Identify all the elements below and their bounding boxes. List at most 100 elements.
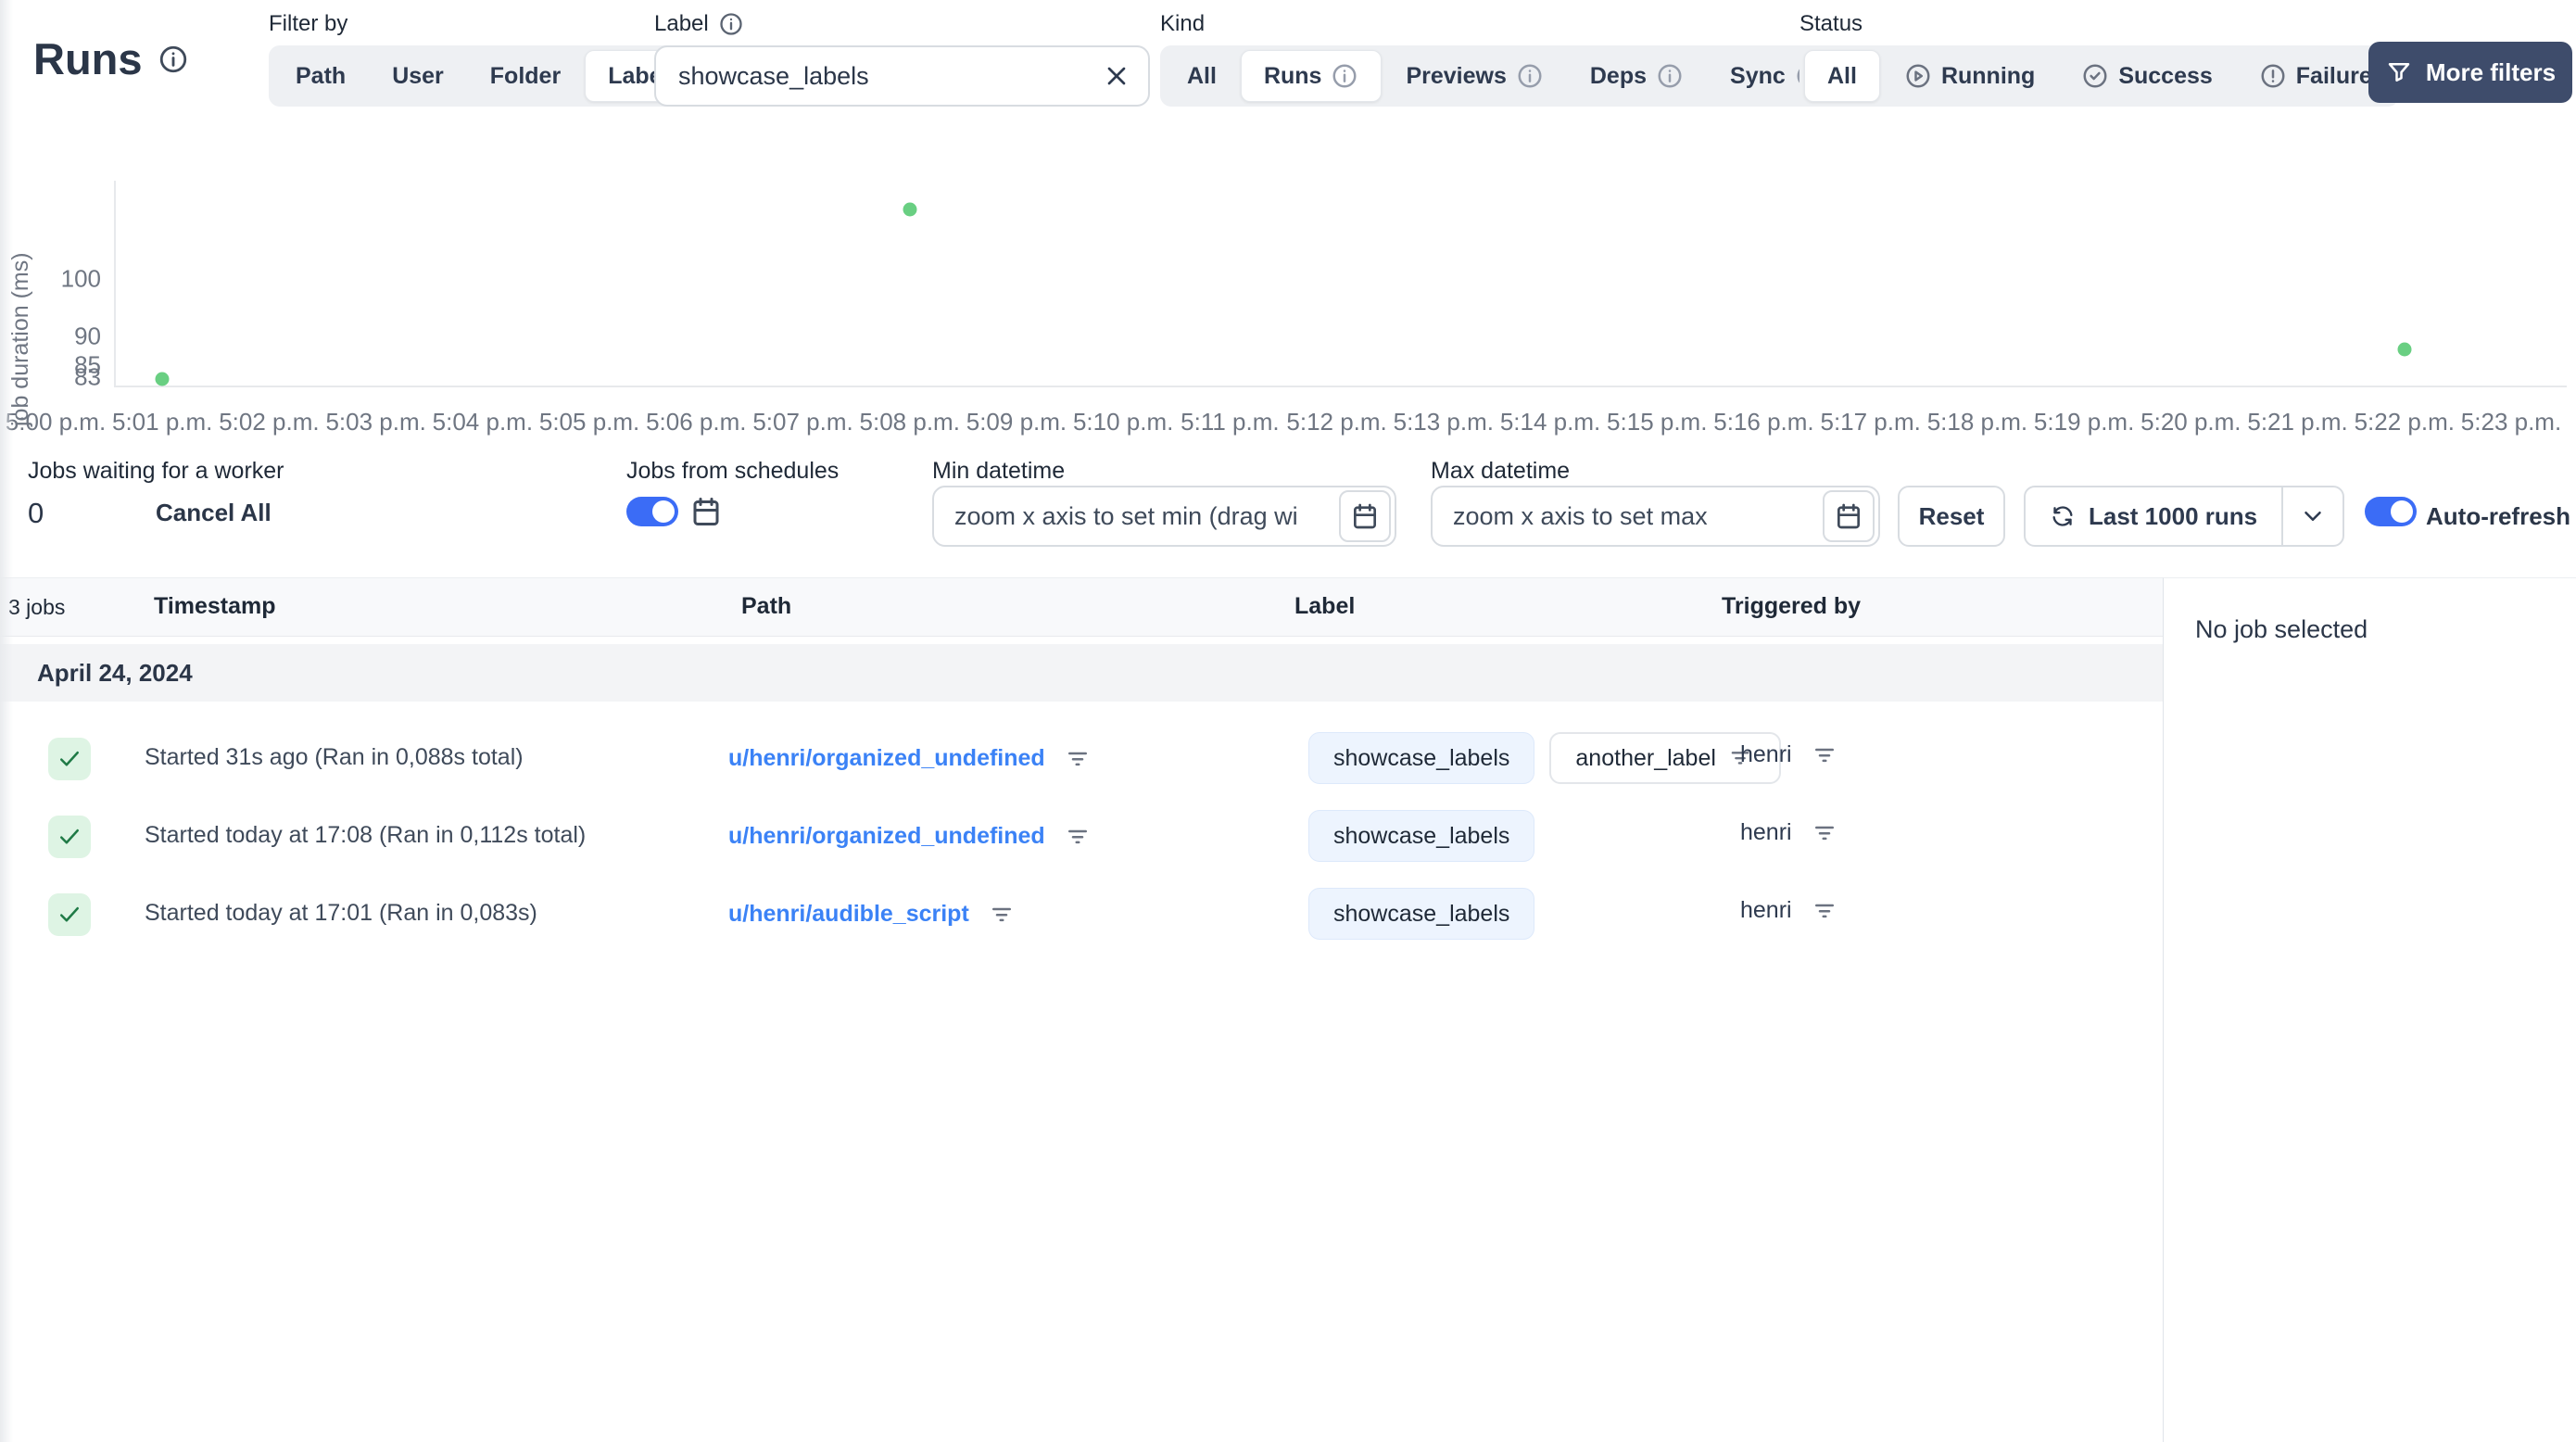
x-tick-label: 5:13 p.m. [1393,408,1495,436]
x-tick-label: 5:20 p.m. [2140,408,2241,436]
label-pill[interactable]: showcase_labels [1308,888,1535,940]
x-tick-label: 5:23 p.m. [2460,408,2562,436]
option-label: User [392,62,444,89]
option-label: All [1827,62,1857,89]
filter-by-label: Filter by [269,11,348,36]
label-filter-input[interactable] [654,45,1150,107]
last-runs-dropdown-button[interactable] [2281,487,2342,545]
success-check-icon [48,738,91,780]
chart-x-axis: 5:00 p.m. 5:01 p.m. 5:02 p.m. 5:03 p.m. 5:04… [6,408,2561,439]
column-header-timestamp: Timestamp [154,593,276,619]
option-label: Runs [1263,62,1322,89]
run-path-link[interactable]: u/henri/organized_undefined [728,823,1045,850]
column-header-path: Path [741,593,792,619]
x-tick-label: 5:05 p.m. [538,408,640,436]
check-circle-icon [2081,62,2109,90]
option-label: Path [296,62,347,89]
status-option-success[interactable]: Success [2059,50,2234,102]
last-runs-label: Last 1000 runs [2089,501,2258,530]
run-labels-cell: showcase_labels another_label [1308,732,1781,784]
cancel-all-button[interactable]: Cancel All [156,499,271,527]
date-group-header: April 24, 2024 [0,644,2163,702]
jobs-waiting-count: 0 [28,497,44,529]
runs-controls-row: Jobs waiting for a worker 0 Cancel All J… [0,445,2576,570]
x-tick-label: 5:10 p.m. [1072,408,1174,436]
status-option-running[interactable]: Running [1882,50,2057,102]
chart-points-layer [56,181,2511,387]
calendar-icon[interactable] [689,495,723,528]
jobs-count: 3 jobs [8,595,66,619]
filter-by-option-path[interactable]: Path [273,50,368,102]
clear-label-icon[interactable] [1102,61,1131,91]
x-tick-label: 5:16 p.m. [1713,408,1814,436]
run-path-cell: u/henri/audible_script [728,900,1016,928]
x-tick-label: 5:19 p.m. [2033,408,2135,436]
run-data-point[interactable] [903,202,917,217]
table-row[interactable]: Started 31s ago (Ran in 0,088s total) u/h… [0,720,2163,798]
jobs-from-schedules-toggle[interactable] [626,497,678,526]
info-icon [1516,62,1544,90]
run-timestamp: Started today at 17:08 (Ran in 0,112s to… [145,822,587,848]
x-tick-label: 5:09 p.m. [966,408,1067,436]
max-datetime-input[interactable] [1431,486,1880,547]
x-tick-label: 5:22 p.m. [2354,408,2455,436]
label-pill[interactable]: showcase_labels [1308,810,1535,862]
page-title: Runs [33,33,189,84]
reset-button[interactable]: Reset [1898,486,2005,547]
info-icon[interactable] [158,44,189,75]
funnel-icon [2385,58,2413,86]
kind-option-runs[interactable]: Runs [1240,50,1383,102]
run-path-link[interactable]: u/henri/audible_script [728,901,969,928]
kind-option-all[interactable]: All [1165,50,1239,102]
label-pill-text: another_label [1575,744,1716,771]
info-icon [1331,62,1358,90]
more-filters-button[interactable]: More filters [2368,42,2572,103]
run-path-link[interactable]: u/henri/organized_undefined [728,745,1045,772]
filter-by-user-icon[interactable] [1811,740,1838,768]
x-tick-label: 5:01 p.m. [112,408,213,436]
filter-by-path-icon[interactable] [988,900,1016,928]
kind-label: Kind [1160,11,1206,36]
last-runs-button[interactable]: Last 1000 runs [2026,487,2281,545]
top-filter-bar: Runs Filter by Path User Folder Label Label… [0,0,2576,130]
info-icon[interactable] [718,11,744,37]
filter-by-path-icon[interactable] [1064,744,1092,772]
option-label: All [1187,62,1217,89]
status-segmented: All Running Success Failure [1799,45,2399,107]
option-label: Running [1940,62,2036,89]
run-data-point[interactable] [2397,342,2412,357]
more-filters-label: More filters [2425,57,2557,86]
status-group: Status All Running Success Failure [1799,11,2399,107]
table-row[interactable]: Started today at 17:08 (Ran in 0,112s to… [0,798,2163,876]
kind-option-deps[interactable]: Deps [1568,50,1706,102]
run-labels-cell: showcase_labels [1308,888,1535,940]
min-datetime-input[interactable] [932,486,1396,547]
table-row[interactable]: Started today at 17:01 (Ran in 0,083s) u/… [0,876,2163,954]
filter-by-option-folder[interactable]: Folder [468,50,583,102]
filter-by-user-icon[interactable] [1811,818,1838,846]
x-tick-label: 5:02 p.m. [219,408,320,436]
filter-by-option-user[interactable]: User [370,50,466,102]
max-datetime-calendar-button[interactable] [1823,490,1875,542]
auto-refresh-label: Auto-refresh [2426,502,2571,530]
runs-duration-chart[interactable]: job duration (ms) 100 90 85 83 5:00 p.m. 5:0… [0,139,2576,445]
x-tick-label: 5:17 p.m. [1820,408,1921,436]
max-datetime-field [1431,486,1880,547]
job-detail-panel: No job selected [2163,577,2576,1442]
status-label: Status [1799,11,1863,36]
last-runs-split-button: Last 1000 runs [2024,486,2345,547]
run-data-point[interactable] [155,372,170,386]
min-datetime-label: Min datetime [932,458,1066,484]
status-option-all[interactable]: All [1804,50,1880,102]
triggered-by-user: henri [1740,740,1792,767]
kind-group: Kind All Runs Previews Deps Sync [1160,11,1850,107]
filter-by-user-icon[interactable] [1811,896,1838,924]
label-pill[interactable]: showcase_labels [1308,732,1535,784]
page-title-text: Runs [33,34,143,83]
column-header-triggered-by: Triggered by [1722,593,1862,619]
auto-refresh-toggle[interactable] [2365,497,2417,526]
refresh-icon [2050,503,2076,529]
min-datetime-calendar-button[interactable] [1339,490,1391,542]
filter-by-path-icon[interactable] [1064,822,1092,850]
kind-option-previews[interactable]: Previews [1383,50,1565,102]
